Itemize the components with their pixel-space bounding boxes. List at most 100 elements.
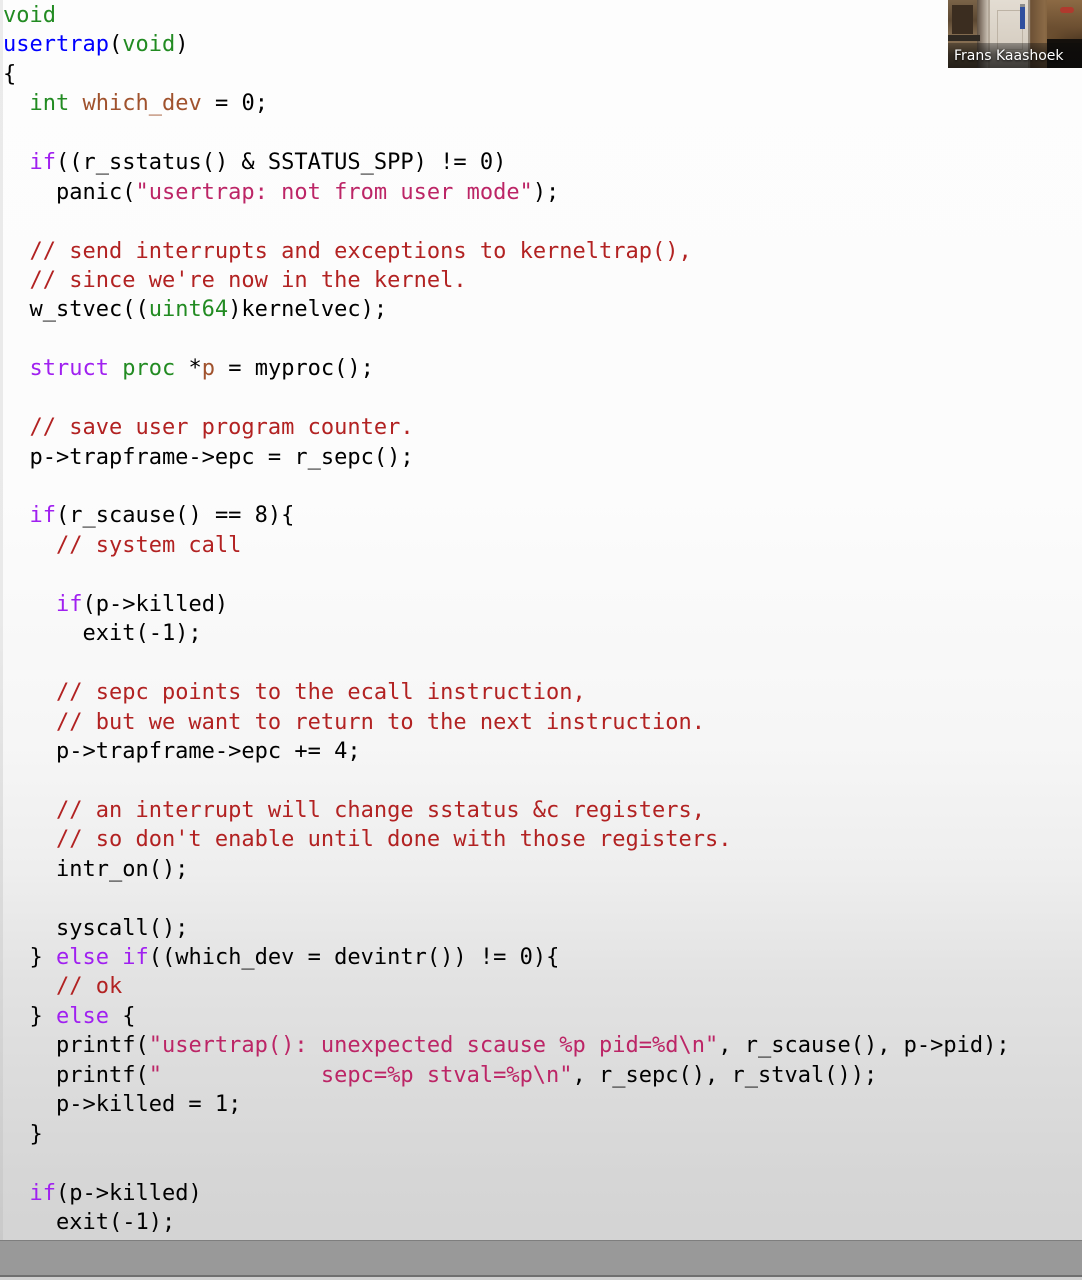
code-token: exit(-1);: [3, 1209, 176, 1235]
code-token: else: [55, 945, 109, 970]
code-token: if: [122, 945, 149, 970]
code-token: {: [3, 61, 17, 87]
code-token: = 0;: [201, 91, 268, 117]
code-token: struct: [29, 356, 109, 382]
code-token: else: [55, 1003, 109, 1029]
code-line: // an interrupt will change sstatus &c r…: [3, 796, 1082, 825]
code-token: if: [55, 591, 83, 617]
code-line: } else if((which_dev = devintr()) != 0){: [3, 943, 1082, 972]
code-line: // system call: [3, 531, 1082, 560]
code-line: intr_on();: [3, 855, 1082, 884]
code-token: if: [29, 1180, 57, 1206]
code-token: void: [3, 3, 56, 28]
code-token: = myproc();: [214, 356, 374, 382]
code-line: p->trapframe->epc += 4;: [3, 737, 1082, 766]
code-token: (r_scause() == 8){: [56, 503, 295, 529]
code-token: // send interrupts and exceptions to ker…: [29, 238, 692, 264]
code-line: // send interrupts and exceptions to ker…: [3, 237, 1082, 266]
code-line: exit(-1);: [3, 619, 1082, 648]
code-line: // ok: [3, 972, 1082, 1001]
code-token: void: [122, 32, 176, 58]
code-token: , r_sepc(), r_stval());: [572, 1062, 878, 1088]
code-token: (p->killed): [82, 591, 229, 617]
code-line: }: [3, 1120, 1082, 1149]
code-token: }: [3, 1121, 43, 1147]
code-line: printf(" sepc=%p stval=%p\n", r_sepc(), …: [3, 1061, 1082, 1090]
code-token: uint64: [148, 297, 229, 323]
code-token: // since we're now in the kernel.: [29, 267, 467, 293]
code-token: "usertrap(): unexpected scause %p pid=%d…: [148, 1033, 719, 1059]
code-buffer[interactable]: void usertrap(void){ int which_dev = 0; i…: [3, 0, 1082, 1240]
code-token: proc: [122, 356, 176, 382]
webcam-red-object: [1059, 6, 1074, 13]
code-line: syscall();: [3, 914, 1082, 943]
emacs-window: void usertrap(void){ int which_dev = 0; i…: [0, 0, 1082, 1280]
code-line: int which_dev = 0;: [3, 89, 1082, 118]
code-token: if: [29, 150, 57, 176]
code-token: (: [108, 32, 123, 58]
code-token: {: [108, 1003, 136, 1029]
code-token: ): [175, 32, 189, 58]
code-line: usertrap(void): [3, 30, 1082, 59]
code-token: printf(: [3, 1062, 149, 1088]
code-token: intr_on();: [3, 856, 189, 882]
code-line: panic("usertrap: not from user mode");: [3, 178, 1082, 207]
code-token: // sepc points to the ecall instruction,: [55, 680, 586, 706]
code-token: syscall();: [3, 915, 189, 941]
code-line: void: [3, 1, 1082, 30]
code-token: ((r_sstatus() & SSTATUS_SPP) != 0): [56, 150, 507, 176]
code-token: // so don't enable until done with those…: [55, 827, 732, 853]
code-line: } else {: [3, 1002, 1082, 1031]
webcam-overlay[interactable]: Frans Kaashoek: [948, 0, 1082, 68]
code-token: if: [29, 503, 57, 529]
code-token: // save user program counter.: [29, 415, 414, 441]
code-line: p->trapframe->epc = r_sepc();: [3, 443, 1082, 472]
code-line: if(p->killed): [3, 1179, 1082, 1208]
code-token: int: [29, 91, 70, 117]
webcam-wall-hook: [1020, 4, 1026, 30]
webcam-participant-name: Frans Kaashoek: [954, 48, 1064, 64]
code-line: w_stvec((uint64)kernelvec);: [3, 295, 1082, 324]
code-token: // an interrupt will change sstatus &c r…: [55, 797, 705, 823]
code-token: // but we want to return to the next ins…: [55, 709, 705, 735]
code-token: p->trapframe->epc = r_sepc();: [3, 444, 414, 470]
code-token: which_dev: [82, 91, 202, 117]
modeline[interactable]: -:--- trap.c 9% L53 Git:lazy (C/*l Abbre…: [0, 1240, 1082, 1277]
code-line: // so don't enable until done with those…: [3, 825, 1082, 854]
code-line: printf("usertrap(): unexpected scause %p…: [3, 1031, 1082, 1060]
code-line: if(p->killed): [3, 590, 1082, 619]
code-token: (p->killed): [56, 1180, 202, 1206]
code-token: *: [175, 356, 202, 382]
code-token: )kernelvec);: [228, 297, 388, 323]
code-line: exit(-1);: [3, 1208, 1082, 1237]
code-line: if(r_scause() == 8){: [3, 501, 1082, 530]
code-token: ((which_dev = devintr()) != 0){: [148, 945, 560, 970]
code-token: );: [532, 179, 560, 205]
code-token: " sepc=%p stval=%p\n": [148, 1062, 573, 1088]
webcam-counter-top: [948, 35, 981, 42]
code-line: // since we're now in the kernel.: [3, 266, 1082, 295]
